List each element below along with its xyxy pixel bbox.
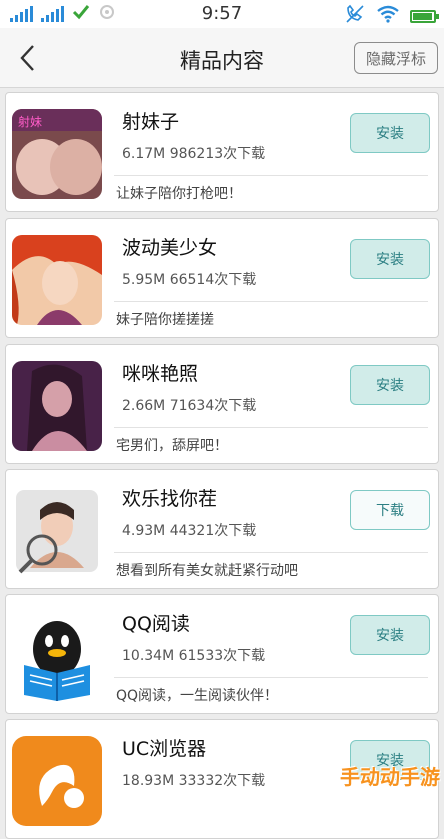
watermark-logo: 手动动手游: [340, 761, 440, 790]
app-meta: 4.93M 44321次下载: [122, 520, 256, 540]
signal-icon: [41, 6, 64, 22]
divider: [114, 301, 428, 302]
app-meta: 6.17M 986213次下载: [122, 143, 265, 163]
check-icon: [72, 4, 90, 24]
list-item[interactable]: 射妹 射妹子 6.17M 986213次下载 让妹子陪你打枪吧！ 安装: [5, 92, 439, 212]
list-item[interactable]: 波动美少女 5.95M 66514次下载 妹子陪你搓搓搓 安装: [5, 218, 439, 338]
app-description: QQ阅读，一生阅读伙伴！: [116, 685, 278, 705]
sync-icon: [98, 3, 116, 25]
list-item[interactable]: 咪咪艳照 2.66M 71634次下载 宅男们，舔屏吧！ 安装: [5, 344, 439, 464]
app-name: 波动美少女: [122, 233, 217, 260]
battery-icon: [410, 10, 436, 23]
no-call-icon: [344, 4, 366, 28]
chevron-left-icon: [18, 44, 38, 72]
svg-text:射妹: 射妹: [18, 114, 42, 129]
qq-penguin-book-icon: [12, 611, 102, 701]
status-bar: 9:57: [0, 0, 444, 28]
signal-icon: [10, 6, 33, 22]
app-name: 咪咪艳照: [122, 359, 198, 386]
back-button[interactable]: [10, 40, 46, 76]
title-bar: 精品内容 隐藏浮标: [0, 28, 444, 88]
app-description: 妹子陪你搓搓搓: [116, 309, 214, 329]
divider: [114, 427, 428, 428]
app-meta: 5.95M 66514次下载: [122, 269, 256, 289]
install-button[interactable]: 安装: [350, 239, 430, 279]
install-button[interactable]: 安装: [350, 365, 430, 405]
app-meta: 18.93M 33332次下载: [122, 770, 265, 790]
wifi-icon: [376, 5, 400, 27]
game-thumbnail-icon: [12, 235, 102, 325]
app-name: 欢乐找你茬: [122, 484, 217, 511]
app-meta: 2.66M 71634次下载: [122, 395, 256, 415]
app-name: UC浏览器: [122, 734, 206, 761]
magnifier-photo-icon: [12, 486, 102, 576]
install-button[interactable]: 安装: [350, 113, 430, 153]
divider: [114, 677, 428, 678]
game-thumbnail-icon: 射妹: [12, 109, 102, 199]
divider: [114, 175, 428, 176]
app-description: 宅男们，舔屏吧！: [116, 435, 228, 455]
app-meta: 10.34M 61533次下载: [122, 645, 265, 665]
list-item[interactable]: 欢乐找你茬 4.93M 44321次下载 想看到所有美女就赶紧行动吧 下载: [5, 469, 439, 589]
download-button[interactable]: 下载: [350, 490, 430, 530]
hide-float-button[interactable]: 隐藏浮标: [354, 42, 438, 74]
photo-thumbnail-icon: [12, 361, 102, 451]
divider: [114, 552, 428, 553]
list-item[interactable]: QQ阅读 10.34M 61533次下载 QQ阅读，一生阅读伙伴！ 安装: [5, 594, 439, 714]
app-description: 想看到所有美女就赶紧行动吧: [116, 560, 298, 580]
app-description: 让妹子陪你打枪吧！: [116, 183, 242, 203]
uc-squirrel-icon: [12, 736, 102, 826]
install-button[interactable]: 安装: [350, 615, 430, 655]
app-name: QQ阅读: [122, 609, 190, 636]
app-name: 射妹子: [122, 107, 179, 134]
